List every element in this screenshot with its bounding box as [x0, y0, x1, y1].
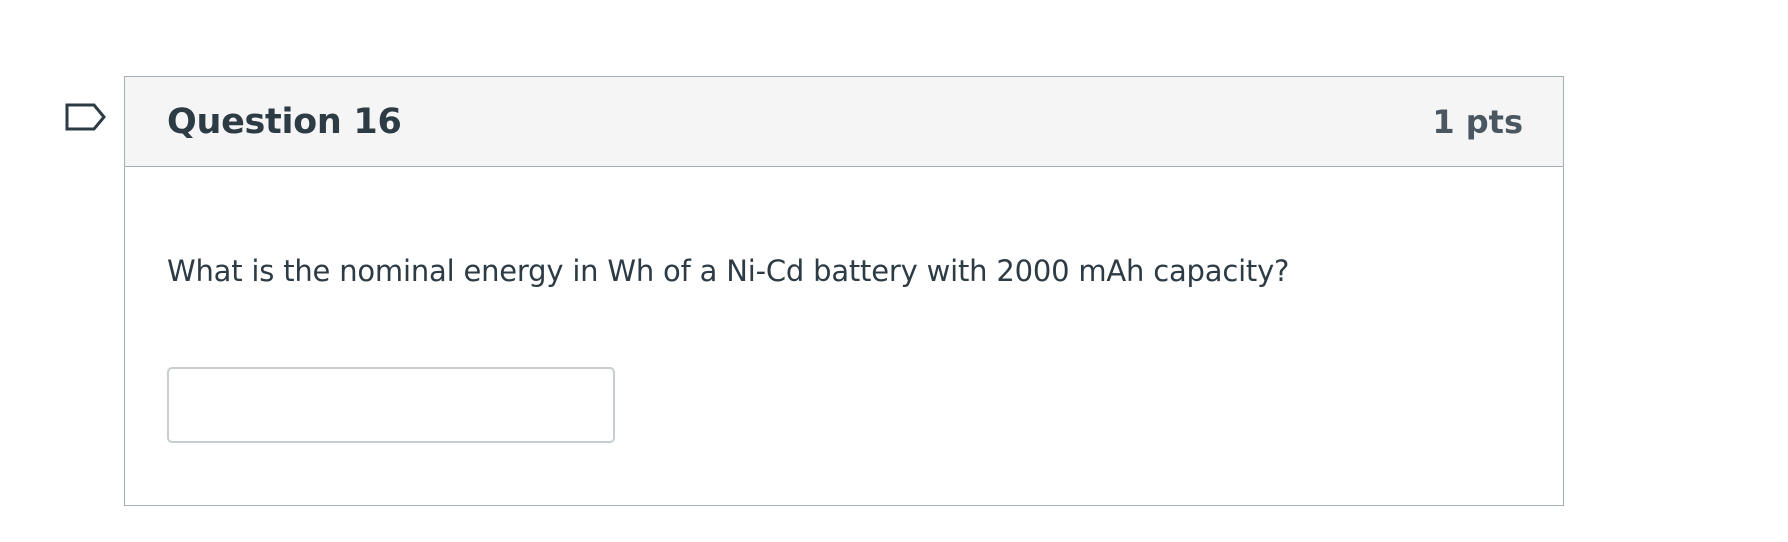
question-text: What is the nominal energy in Wh of a Ni… — [167, 254, 1290, 288]
answer-input[interactable] — [167, 367, 615, 443]
question-points: 1 pts — [1432, 102, 1523, 141]
question-header: Question 16 1 pts — [125, 77, 1563, 167]
flag-question-button[interactable] — [64, 102, 108, 138]
question-body: What is the nominal energy in Wh of a Ni… — [125, 253, 1563, 443]
question-card: Question 16 1 pts What is the nominal en… — [124, 76, 1564, 506]
question-title: Question 16 — [167, 101, 402, 142]
flag-question-icon — [64, 102, 108, 138]
